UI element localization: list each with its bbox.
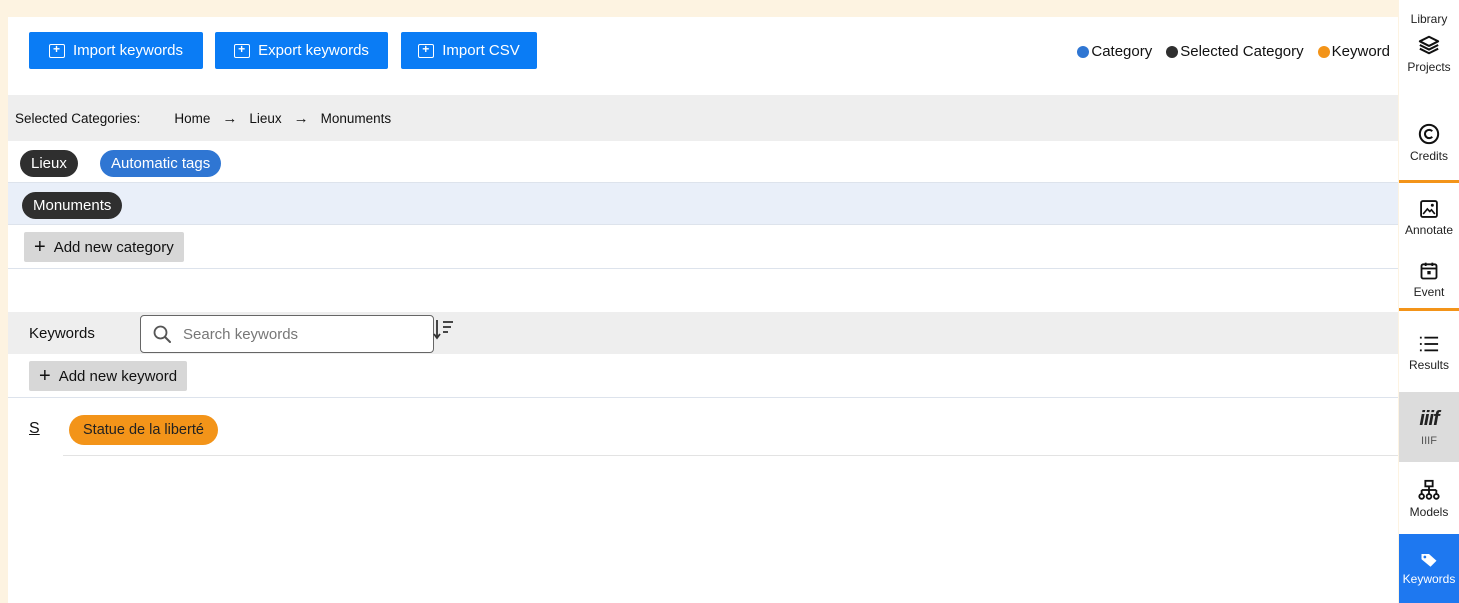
- iiif-icon: iiif: [1419, 407, 1439, 430]
- divider: [63, 455, 1398, 456]
- keywords-label: Keywords: [29, 325, 95, 342]
- add-keyword-button[interactable]: + Add new keyword: [29, 361, 188, 391]
- tag-icon: [1421, 553, 1437, 567]
- divider: [1399, 308, 1459, 311]
- sidebar-item-models[interactable]: Models: [1399, 466, 1459, 532]
- import-keywords-label: Import keywords: [72, 42, 184, 59]
- sidebar-item-label: IIIF: [1421, 434, 1437, 447]
- breadcrumb: Home → Lieux → Monuments: [174, 110, 391, 127]
- import-csv-button[interactable]: Import CSV: [401, 32, 537, 69]
- sidebar-item-label: Event: [1413, 285, 1445, 299]
- export-keywords-button[interactable]: Export keywords: [215, 32, 388, 69]
- toolbar: Import keywords Export keywords Import C…: [8, 17, 1398, 95]
- sidebar-item-label: Keywords: [1402, 571, 1456, 586]
- legend-category-label: Category: [1091, 43, 1153, 60]
- add-category-label: Add new category: [53, 238, 174, 256]
- category-chip-monuments[interactable]: Monuments: [22, 192, 123, 219]
- sidebar: Library Projects Credits Annotate Event …: [1399, 0, 1459, 603]
- divider: [1399, 180, 1459, 183]
- search-icon: [153, 325, 171, 343]
- keywords-header: Keywords: [8, 312, 1398, 354]
- category-chip-automatic-tags[interactable]: Automatic tags: [100, 150, 222, 177]
- sidebar-item-keywords[interactable]: Keywords: [1399, 534, 1459, 603]
- export-keywords-label: Export keywords: [258, 42, 369, 59]
- category-chip-lieux[interactable]: Lieux: [20, 150, 78, 177]
- export-icon: [234, 42, 251, 58]
- image-icon: [1420, 200, 1438, 218]
- legend-category: Category: [1077, 43, 1152, 60]
- import-keywords-button[interactable]: Import keywords: [29, 32, 203, 69]
- list-icon: [1419, 336, 1439, 352]
- add-category-button[interactable]: + Add new category: [24, 232, 184, 262]
- category-dot-icon: [1077, 45, 1090, 58]
- category-row-2: Monuments: [8, 183, 1398, 225]
- breadcrumb-home[interactable]: Home: [174, 111, 210, 126]
- sidebar-item-label: Projects: [1407, 60, 1451, 74]
- sidebar-item-label: Results: [1408, 358, 1449, 372]
- arrow-right-icon: →: [222, 109, 238, 127]
- search-box[interactable]: [140, 315, 434, 353]
- keyword-group-letter[interactable]: S: [29, 420, 40, 438]
- calendar-icon: [1420, 262, 1438, 280]
- sidebar-item-library[interactable]: Library: [1399, 0, 1459, 28]
- import-icon: [48, 42, 65, 58]
- breadcrumb-monuments[interactable]: Monuments: [321, 111, 392, 126]
- selected-category-dot-icon: [1166, 45, 1179, 58]
- sidebar-item-label: Models: [1409, 505, 1449, 519]
- sidebar-item-annotate[interactable]: Annotate: [1399, 186, 1459, 250]
- import-csv-icon: [418, 42, 435, 58]
- legend-keyword-label: Keyword: [1331, 43, 1390, 60]
- legend-selected-category: Selected Category: [1166, 43, 1304, 60]
- add-category-row: + Add new category: [8, 225, 1398, 269]
- sidebar-item-credits[interactable]: Credits: [1399, 108, 1459, 178]
- legend: Category Selected Category Keyword: [1069, 43, 1390, 60]
- breadcrumb-lieux[interactable]: Lieux: [249, 111, 281, 126]
- sidebar-item-label: Annotate: [1404, 223, 1454, 237]
- sidebar-item-results[interactable]: Results: [1399, 318, 1459, 388]
- plus-icon: +: [34, 236, 46, 258]
- breadcrumb-label: Selected Categories:: [15, 110, 141, 126]
- search-input[interactable]: [183, 325, 403, 343]
- keyword-dot-icon: [1317, 45, 1330, 58]
- category-row-1: Lieux Automatic tags: [8, 141, 1398, 183]
- sitemap-icon: [1418, 479, 1440, 500]
- add-keyword-row: + Add new keyword: [8, 354, 1398, 398]
- arrow-right-icon: →: [293, 109, 309, 127]
- import-csv-label: Import CSV: [442, 42, 520, 59]
- plus-icon: +: [39, 365, 51, 387]
- sort-icon[interactable]: [433, 318, 455, 342]
- layers-icon: [1418, 35, 1440, 55]
- sidebar-item-label: Credits: [1409, 149, 1448, 163]
- keyword-chip[interactable]: Statue de la liberté: [69, 415, 218, 445]
- sidebar-item-event[interactable]: Event: [1399, 254, 1459, 306]
- sidebar-item-label: Library: [1410, 12, 1448, 26]
- add-keyword-label: Add new keyword: [58, 367, 178, 385]
- legend-keyword: Keyword: [1317, 43, 1390, 60]
- legend-selected-category-label: Selected Category: [1180, 43, 1304, 60]
- main-panel: Import keywords Export keywords Import C…: [8, 17, 1398, 603]
- sidebar-item-iiif[interactable]: iiif IIIF: [1399, 392, 1459, 462]
- breadcrumb-bar: Selected Categories: Home → Lieux → Monu…: [8, 95, 1398, 141]
- copyright-icon: [1418, 123, 1440, 145]
- sidebar-item-projects[interactable]: Projects: [1399, 32, 1459, 102]
